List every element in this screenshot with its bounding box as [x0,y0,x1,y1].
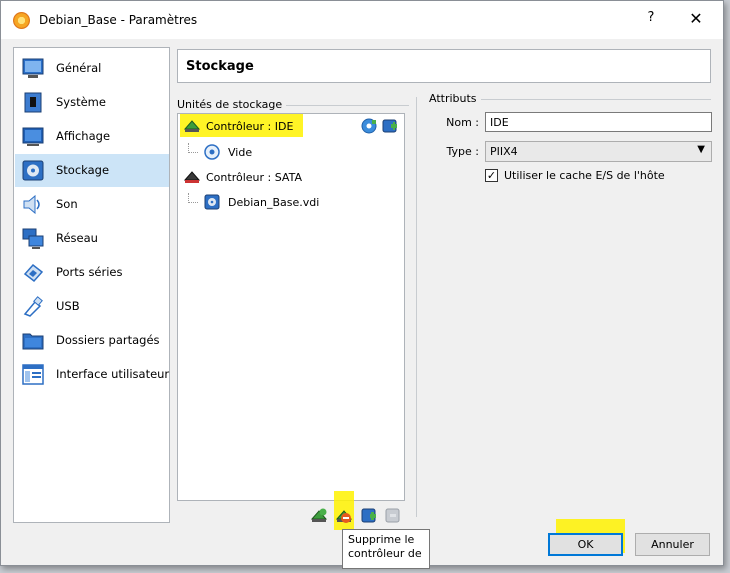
cancel-button-label: Annuler [651,538,694,551]
add-hard-disk-icon[interactable] [382,118,398,134]
tooltip-line: contrôleur de [348,547,422,560]
storage-icon [22,160,44,181]
storage-group-label: Unités de stockage [177,98,287,111]
remove-attachment-button[interactable] [384,507,402,525]
settings-dialog: Debian_Base - Paramètres ? ✕ Général Sys… [0,0,724,569]
sidebar-item-usb[interactable]: USB [15,290,169,323]
tree-item-empty-optical[interactable]: Vide [188,142,252,162]
host-io-cache-label: Utiliser le cache E/S de l'hôte [504,169,665,182]
sidebar-item-shared-folders[interactable]: Dossiers partagés [15,324,169,357]
tree-item-label: Vide [228,145,253,159]
tree-connector [188,193,198,203]
page-header: Stockage [177,49,711,83]
display-icon [22,126,44,147]
tree-item-label: Contrôleur : SATA [206,170,302,184]
tree-item-sata-controller[interactable]: Contrôleur : SATA [183,167,302,187]
sidebar-item-label: Système [56,95,106,109]
shared-folders-icon [22,330,44,351]
ok-button-label: OK [577,538,594,551]
settings-sidebar: Général Système Affichage Stockage Son R… [13,47,170,523]
sata-controller-icon [183,169,201,185]
help-button[interactable]: ? [641,10,661,30]
system-icon [22,92,44,113]
cancel-button[interactable]: Annuler [635,533,710,556]
window-title: Debian_Base - Paramètres [39,13,198,27]
sidebar-item-label: Général [56,61,102,75]
add-controller-button[interactable] [310,507,328,525]
ok-button[interactable]: OK [548,533,623,556]
sidebar-item-display[interactable]: Affichage [15,120,169,153]
type-select[interactable]: PIIX4 ▼ [485,141,712,162]
name-input-value: IDE [490,116,509,129]
sidebar-item-label: Stockage [56,163,110,177]
attributes-group-label: Attributs [429,92,481,105]
type-select-value: PIIX4 [490,145,518,158]
host-io-cache-checkbox[interactable]: ✓ [485,169,498,182]
remove-controller-button[interactable] [335,507,353,525]
tree-item-ide-controller[interactable]: Contrôleur : IDE [183,116,294,136]
sidebar-item-serial-ports[interactable]: Ports séries [15,256,169,289]
usb-icon [22,296,44,317]
tooltip: Supprime le contrôleur de [342,529,430,569]
tree-item-label: Contrôleur : IDE [206,119,294,133]
optical-disk-icon [204,144,220,160]
hard-disk-icon [204,194,220,210]
sidebar-item-general[interactable]: Général [15,52,169,85]
sidebar-item-system[interactable]: Système [15,86,169,119]
sidebar-item-label: Dossiers partagés [56,333,160,347]
virtualbox-app-icon [13,12,30,29]
name-input[interactable]: IDE [485,112,712,132]
tooltip-line: Supprime le [348,533,415,546]
tree-item-hard-disk[interactable]: Debian_Base.vdi [188,192,319,212]
sidebar-item-label: Réseau [56,231,98,245]
ide-controller-icon [183,118,201,134]
general-icon [22,58,44,79]
close-button[interactable]: ✕ [684,9,708,31]
panel-separator [416,97,417,517]
sidebar-item-label: Affichage [56,129,111,143]
user-interface-icon [22,364,44,385]
type-label: Type : [446,145,479,158]
sidebar-item-user-interface[interactable]: Interface utilisateur [15,358,169,391]
sidebar-item-label: Ports séries [56,265,123,279]
sidebar-item-label: Interface utilisateur [56,367,170,381]
attributes-group-line [475,99,711,100]
chevron-down-icon: ▼ [697,144,705,155]
page-title: Stockage [186,59,254,74]
sidebar-item-storage[interactable]: Stockage [15,154,169,187]
sidebar-item-network[interactable]: Réseau [15,222,169,255]
sidebar-item-label: USB [56,299,80,313]
network-icon [22,228,44,249]
add-attachment-icon[interactable] [361,118,377,134]
add-attachment-button[interactable] [360,507,378,525]
sidebar-item-audio[interactable]: Son [15,188,169,221]
sidebar-item-label: Son [56,197,78,211]
storage-tree[interactable]: Contrôleur : IDE Vide Contrôleur : SATA [177,113,405,501]
tree-item-label: Debian_Base.vdi [228,195,320,209]
name-label: Nom : [446,116,479,129]
audio-icon [22,194,44,215]
tree-connector [188,143,198,153]
serial-ports-icon [22,262,44,283]
title-bar: Debian_Base - Paramètres ? ✕ [1,1,723,39]
